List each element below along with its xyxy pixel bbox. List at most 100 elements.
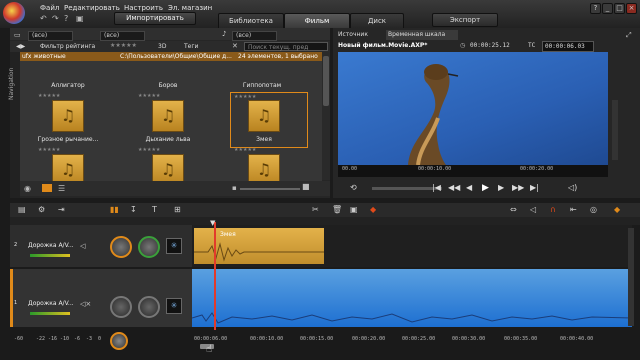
location-select-2[interactable]: (все) bbox=[100, 31, 145, 41]
time-tick: 00:00:35.00 bbox=[504, 336, 538, 342]
pan-knob-icon[interactable] bbox=[138, 296, 160, 318]
frame-forward-icon[interactable]: ▶▶ bbox=[512, 183, 524, 192]
audio-thumbnail-icon[interactable]: ♫ bbox=[248, 100, 280, 132]
surround-panner-icon[interactable]: ✳ bbox=[166, 238, 182, 254]
library-scrollbar-thumb[interactable] bbox=[323, 56, 329, 106]
play-icon[interactable]: ▶ bbox=[482, 183, 489, 193]
title-tool-icon[interactable]: T bbox=[152, 205, 157, 214]
menu-edit[interactable]: Редактировать bbox=[64, 4, 120, 12]
rating-stars-icon[interactable]: ★★★★★ bbox=[38, 93, 60, 99]
asset-label[interactable]: Гиппопотам bbox=[230, 82, 294, 89]
loop-icon[interactable]: ⟲ bbox=[350, 183, 357, 192]
tab-library[interactable]: Библиотека bbox=[218, 13, 284, 28]
playhead[interactable] bbox=[214, 222, 216, 347]
grid-view-icon[interactable] bbox=[42, 184, 52, 192]
pan-knob-icon[interactable] bbox=[138, 236, 160, 258]
preview-scrollbar[interactable] bbox=[612, 100, 618, 160]
rating-stars-icon[interactable]: ★★★★★ bbox=[110, 42, 137, 49]
step-back-icon[interactable]: ◀ bbox=[466, 183, 472, 192]
volume-icon[interactable]: ◁) bbox=[568, 183, 577, 192]
track-lane-1[interactable] bbox=[192, 269, 632, 327]
snapshot-icon[interactable]: ▣ bbox=[350, 205, 358, 214]
maximize-icon[interactable]: □ bbox=[614, 3, 625, 14]
audio-thumbnail-icon[interactable]: ♫ bbox=[152, 100, 184, 132]
export-button[interactable]: Экспорт bbox=[432, 13, 498, 27]
app-logo-icon[interactable] bbox=[3, 2, 25, 24]
rating-stars-icon[interactable]: ★★★★★ bbox=[138, 93, 160, 99]
step-forward-icon[interactable]: ▶ bbox=[498, 183, 504, 192]
3d-toggle[interactable]: 3D bbox=[158, 43, 166, 50]
audio-mixer-icon[interactable]: ▮▮ bbox=[110, 205, 119, 214]
timeline-vscrollbar[interactable] bbox=[628, 228, 634, 326]
trash-icon[interactable]: 🗑 bbox=[332, 205, 342, 214]
rating-stars-icon[interactable]: ★★★★★ bbox=[234, 147, 256, 153]
razor-icon[interactable]: ✂ bbox=[312, 205, 319, 214]
volume-knob-icon[interactable] bbox=[110, 236, 132, 258]
timeline-mode-icon[interactable]: ⇥ bbox=[58, 205, 65, 214]
music-note-icon[interactable]: ♪ bbox=[222, 30, 226, 38]
filter-icon[interactable]: ◀▶ bbox=[16, 43, 25, 50]
asset-label[interactable]: Грозное рычание... bbox=[36, 136, 100, 143]
timecode-field[interactable]: 00:00:06.03 bbox=[542, 41, 594, 52]
minimize-icon[interactable]: _ bbox=[602, 3, 613, 14]
large-thumb-icon[interactable]: ■ bbox=[302, 182, 310, 191]
help-button-icon[interactable]: ? bbox=[590, 3, 601, 14]
asset-label[interactable]: Аллигатор bbox=[36, 82, 100, 89]
small-thumb-icon[interactable]: ▪ bbox=[232, 184, 237, 192]
tab-disc[interactable]: Диск bbox=[350, 13, 404, 28]
menu-store[interactable]: Эл. магазин bbox=[168, 4, 212, 12]
frame-back-icon[interactable]: ◀◀ bbox=[448, 183, 460, 192]
location-select-3[interactable]: (все) bbox=[232, 31, 277, 41]
tab-timeline[interactable]: Временная шкала bbox=[386, 30, 458, 40]
location-select-1[interactable]: (все) bbox=[28, 31, 73, 41]
settings-icon[interactable]: ⚙ bbox=[38, 205, 45, 214]
list-view-icon[interactable]: ☰ bbox=[58, 184, 65, 193]
search-input[interactable]: Поиск текущ. пред bbox=[244, 42, 328, 51]
surround-panner-icon[interactable]: ✳ bbox=[166, 298, 182, 314]
speaker-icon[interactable]: ◁ bbox=[80, 242, 85, 250]
import-button[interactable]: Импортировать bbox=[114, 12, 196, 25]
fullscreen-icon[interactable]: ⤢ bbox=[626, 31, 632, 40]
marker-icon[interactable]: ◆ bbox=[370, 205, 376, 214]
speaker-mute-icon[interactable]: ◁× bbox=[80, 300, 91, 308]
voiceover-icon[interactable]: ⇔ bbox=[510, 205, 517, 214]
volume-knob-icon[interactable] bbox=[110, 296, 132, 318]
thumbnail-size-slider[interactable] bbox=[240, 188, 300, 190]
master-volume-knob-icon[interactable] bbox=[110, 332, 128, 350]
dynamic-length-icon[interactable]: ◎ bbox=[590, 205, 597, 214]
skip-back-icon[interactable]: |◀ bbox=[432, 183, 441, 192]
tab-source[interactable]: Источник bbox=[338, 30, 378, 40]
montage-icon[interactable]: ⊞ bbox=[174, 205, 181, 214]
menu-file[interactable]: Файл bbox=[40, 4, 59, 12]
timeline-ruler[interactable] bbox=[10, 217, 640, 225]
rating-stars-icon[interactable]: ★★★★★ bbox=[138, 147, 160, 153]
overwrite-mode-icon[interactable]: ◆ bbox=[614, 205, 620, 214]
save-icon[interactable]: ▣ bbox=[76, 15, 84, 23]
folder-icon[interactable]: ▭ bbox=[14, 31, 21, 39]
magnet-snap-icon[interactable]: ∩ bbox=[550, 205, 556, 214]
asset-label[interactable]: Боров bbox=[136, 82, 200, 89]
track-name[interactable]: Дорожка A/V... bbox=[28, 300, 74, 307]
tags-label[interactable]: Теги bbox=[184, 43, 198, 50]
skip-forward-icon[interactable]: ▶| bbox=[530, 183, 539, 192]
bottom-scrubber[interactable] bbox=[10, 330, 640, 360]
speaker-icon[interactable]: ◁ bbox=[530, 205, 536, 214]
camera-icon[interactable]: ◉ bbox=[24, 184, 31, 193]
chapter-marker-icon[interactable]: ↧ bbox=[130, 205, 137, 214]
asset-label[interactable]: Дыхание льва bbox=[136, 136, 200, 143]
clear-search-icon[interactable]: ✕ bbox=[232, 42, 238, 50]
storyboard-icon[interactable]: ▤ bbox=[18, 205, 26, 214]
menu-setup[interactable]: Настроить bbox=[124, 4, 163, 12]
tab-movie[interactable]: Фильм bbox=[284, 13, 350, 28]
asset-label[interactable]: Змея bbox=[232, 136, 296, 143]
rating-stars-icon[interactable]: ★★★★★ bbox=[38, 147, 60, 153]
preview-ruler[interactable] bbox=[338, 165, 608, 177]
audio-thumbnail-icon[interactable]: ♫ bbox=[52, 100, 84, 132]
redo-icon[interactable]: ↷ bbox=[52, 15, 60, 23]
playhead-handle-icon[interactable]: ▼ bbox=[210, 219, 215, 227]
ripple-icon[interactable]: ⇤ bbox=[570, 205, 577, 214]
undo-icon[interactable]: ↶ bbox=[40, 15, 48, 23]
help-icon[interactable]: ? bbox=[64, 15, 72, 23]
close-icon[interactable]: × bbox=[626, 3, 637, 14]
track-name[interactable]: Дорожка A/V... bbox=[28, 242, 74, 249]
